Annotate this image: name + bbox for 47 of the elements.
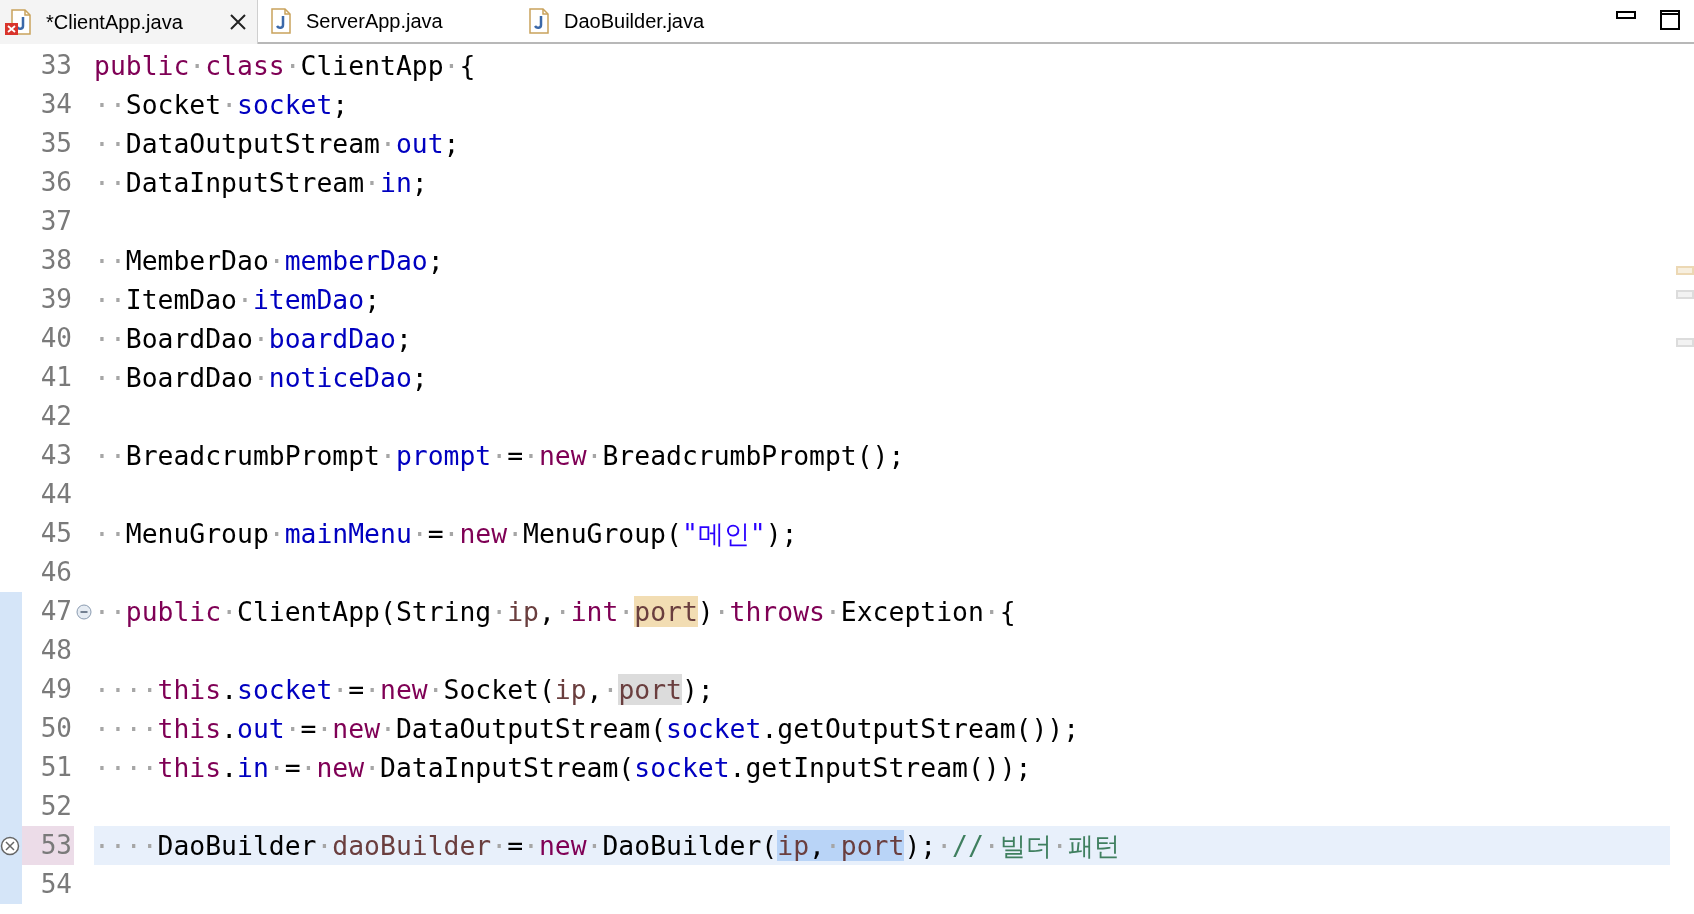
line-number: 47 [39,595,73,628]
code-line: ··DataOutputStream·out; [94,127,460,161]
maximize-icon[interactable] [1660,10,1680,30]
code-line: ··BreadcrumbPrompt·prompt·=·new·BreadcrumbPrompt(); [94,439,905,473]
code-line: ··BoardDao·noticeDao; [94,361,428,395]
line-number: 38 [39,244,73,277]
line-number: 46 [39,556,73,589]
line-number: 45 [39,517,73,550]
overview-marker[interactable] [1676,338,1694,347]
code-line: ··public·ClientApp(String·ip,·int·port)·throws·Exception·{ [94,595,1016,629]
java-file-icon [270,8,294,34]
line-number: 40 [39,322,73,355]
close-icon[interactable] [229,13,247,31]
code-line: ··MenuGroup·mainMenu·=·new·MenuGroup("메인"); [94,517,798,551]
code-line: ··DataInputStream·in; [94,166,428,200]
line-number: 52 [39,790,73,823]
java-file-icon [528,8,552,34]
code-line: ··BoardDao·boardDao; [94,322,412,356]
code-line: public·class·ClientApp·{ [94,49,476,83]
line-number: 49 [39,673,73,706]
line-number: 39 [39,283,73,316]
line-number: 36 [39,166,73,199]
line-number: 51 [39,751,73,784]
line-number: 44 [39,478,73,511]
minimize-icon[interactable] [1616,11,1636,19]
line-number: 53 [22,826,74,865]
line-number: 50 [39,712,73,745]
editor-tab[interactable]: *ClientApp.java [0,0,258,44]
line-number: 37 [39,205,73,238]
line-number: 43 [39,439,73,472]
code-line: ····DaoBuilder·daoBuilder·=·new·DaoBuilder(ip,·port);·//·빌더·패턴 [94,829,1120,863]
fold-icon[interactable] [76,603,92,620]
overview-marker[interactable] [1676,290,1694,299]
line-number: 34 [39,88,73,121]
overview-marker[interactable] [1676,266,1694,275]
code-line: ··MemberDao·memberDao; [94,244,444,278]
line-number: 42 [39,400,73,433]
line-number: 41 [39,361,73,394]
line-number: 48 [39,634,73,667]
line-number: 33 [39,49,73,82]
code-line: ····this.in·=·new·DataInputStream(socket.getInputStream()); [94,751,1032,785]
code-line: ····this.out·=·new·DataOutputStream(socket.getOutputStream()); [94,712,1080,746]
code-line: ····this.socket·=·new·Socket(ip,·port); [94,673,714,707]
line-number: 54 [39,868,73,901]
code-line: ··ItemDao·itemDao; [94,283,381,317]
code-line: ··Socket·socket; [94,88,349,122]
line-number: 35 [39,127,73,160]
